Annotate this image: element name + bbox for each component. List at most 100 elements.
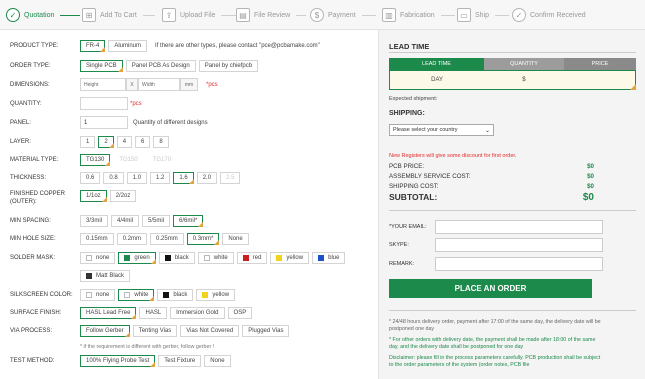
- test-method-row: TEST METHOD: 100% Flying Probe Test Test…: [10, 355, 231, 367]
- step-quotation[interactable]: ✓ Quotation: [6, 7, 81, 23]
- chevron-down-icon: ⌄: [484, 128, 490, 134]
- step-file-review[interactable]: ▤ File Review: [236, 7, 307, 23]
- finish-option[interactable]: OSP: [227, 307, 253, 319]
- width-input[interactable]: Width: [138, 78, 180, 91]
- divider: [389, 210, 636, 211]
- mask-option-green[interactable]: green: [118, 252, 157, 264]
- height-input[interactable]: Height: [80, 78, 126, 91]
- hole-option[interactable]: 0.25mm: [150, 233, 184, 245]
- panel-input[interactable]: 1: [80, 116, 128, 129]
- via-note-row: * if the requirement is different with g…: [80, 344, 214, 350]
- option-aluminum[interactable]: Aluminum: [108, 40, 148, 52]
- step-label: Quotation: [24, 11, 55, 19]
- option-panel-by-chiefpcb[interactable]: Panel by chiefpcb: [198, 60, 259, 72]
- email-input[interactable]: [435, 220, 603, 234]
- thickness-option[interactable]: 2.5: [220, 172, 241, 184]
- via-option[interactable]: Vias Not Covered: [180, 325, 240, 337]
- dimensions-row: DIMENSIONS: Height X Width mm *pcs: [10, 78, 218, 91]
- mask-option-black[interactable]: black: [158, 252, 195, 264]
- option-panel-as-design[interactable]: Panel PCB As Design: [125, 60, 196, 72]
- cost-value: $0: [587, 183, 594, 190]
- finish-option[interactable]: HASL: [139, 307, 168, 319]
- step-payment[interactable]: $ Payment: [310, 7, 376, 23]
- field-label: FINISHED COPPER (OUTER):: [10, 190, 80, 206]
- silk-option-black[interactable]: black: [157, 289, 194, 301]
- mask-option-white[interactable]: white: [197, 252, 234, 264]
- step-fabrication[interactable]: ▥ Fabrication: [382, 7, 455, 23]
- spacing-option[interactable]: 4/4mil: [111, 215, 140, 227]
- material-option[interactable]: TG170: [146, 154, 178, 166]
- finish-option[interactable]: HASL Lead Free: [80, 307, 137, 319]
- step-confirm-received[interactable]: ✓ Confirm Received: [512, 7, 586, 23]
- thickness-option[interactable]: 1.0: [126, 172, 148, 184]
- field-label: LAYER:: [10, 139, 31, 145]
- spacing-option[interactable]: 6/6mil*: [173, 215, 204, 227]
- table-header: LEAD TIME QUANTITY PRICE: [389, 58, 636, 70]
- silk-option-white[interactable]: white: [118, 289, 155, 301]
- via-option[interactable]: Follow Gerber: [80, 325, 130, 337]
- silk-option-none[interactable]: none: [80, 289, 116, 301]
- material-option[interactable]: TG150: [113, 154, 144, 166]
- mask-option-none[interactable]: none: [80, 252, 116, 264]
- material-option[interactable]: TG130: [80, 154, 111, 166]
- dimension-x-label: X: [126, 78, 138, 91]
- step-label: Add To Cart: [100, 11, 137, 19]
- mask-option-red[interactable]: red: [236, 252, 268, 264]
- option-label: white: [134, 292, 149, 298]
- place-order-button[interactable]: PLACE AN ORDER: [389, 279, 592, 298]
- step-ship[interactable]: ▭ Ship: [457, 7, 510, 23]
- min-spacing-row: MIN SPACING: 3/3mil 4/4mil 5/5mil 6/6mil…: [10, 215, 204, 227]
- remark-input[interactable]: [435, 257, 603, 271]
- quantity-input[interactable]: [80, 97, 128, 110]
- mask-option-yellow[interactable]: yellow: [270, 252, 310, 264]
- step-add-to-cart[interactable]: ⊞ Add To Cart: [82, 7, 155, 23]
- via-option[interactable]: Tenting Vias: [132, 325, 178, 337]
- dollar-icon: $: [310, 8, 324, 22]
- hole-option[interactable]: None: [222, 233, 249, 245]
- copper-option[interactable]: 1/1oz: [80, 190, 107, 202]
- copper-option[interactable]: 2/2oz: [109, 190, 137, 202]
- delivery-note-2: * For other orders with delivery date, t…: [389, 337, 596, 351]
- country-select[interactable]: Please select your country ⌄: [389, 124, 494, 136]
- lead-time-table: LEAD TIME QUANTITY PRICE DAY $: [389, 58, 636, 90]
- skype-input[interactable]: [435, 238, 603, 252]
- mask-option-blue[interactable]: blue: [312, 252, 346, 264]
- layer-option[interactable]: 2: [98, 136, 115, 148]
- thickness-option[interactable]: 0.8: [103, 172, 124, 184]
- layer-option[interactable]: 1: [80, 136, 96, 148]
- option-label: yellow: [212, 292, 230, 298]
- option-single-pcb[interactable]: Single PCB: [80, 60, 123, 72]
- spacing-option[interactable]: 3/3mil: [80, 215, 109, 227]
- mask-option-matt-black[interactable]: Matt Black: [80, 270, 131, 282]
- thickness-option[interactable]: 1.6: [173, 172, 195, 184]
- thickness-option[interactable]: 1.2: [150, 172, 171, 184]
- column-header: LEAD TIME: [389, 58, 484, 70]
- step-upload-file[interactable]: ⇪ Upload File: [162, 7, 238, 23]
- thickness-option[interactable]: 0.6: [80, 172, 101, 184]
- field-label: REMARK:: [389, 261, 415, 267]
- silkscreen-row: SILKSCREEN COLOR: none white black yello…: [10, 289, 236, 301]
- promo-text: New Registers will give some discount fo…: [389, 153, 517, 159]
- test-option[interactable]: None: [204, 355, 231, 367]
- finish-option[interactable]: Immersion Gold: [170, 307, 225, 319]
- shipping-title: SHIPPING:: [389, 110, 425, 117]
- test-option[interactable]: 100% Flying Probe Test: [80, 355, 156, 367]
- layer-option[interactable]: 6: [135, 136, 151, 148]
- color-swatch: [86, 292, 92, 298]
- lead-time-option[interactable]: DAY $: [389, 70, 636, 90]
- hole-option[interactable]: 0.15mm: [80, 233, 114, 245]
- spacing-option[interactable]: 5/5mil: [142, 215, 171, 227]
- silk-option-yellow[interactable]: yellow: [196, 289, 236, 301]
- thickness-option[interactable]: 2.0: [196, 172, 218, 184]
- layer-option[interactable]: 4: [116, 136, 133, 148]
- solder-mask-row-2: Matt Black: [80, 270, 131, 282]
- option-label: Matt Black: [96, 273, 125, 279]
- color-swatch: [276, 255, 283, 261]
- hole-option[interactable]: 0.3mm*: [186, 233, 220, 245]
- option-fr4[interactable]: FR-4: [80, 40, 106, 52]
- test-option[interactable]: Test Fixture: [158, 355, 202, 367]
- step-label: Confirm Received: [530, 11, 586, 19]
- layer-option[interactable]: 8: [153, 136, 169, 148]
- via-option[interactable]: Plugged Vias: [242, 325, 290, 337]
- hole-option[interactable]: 0.2mm: [116, 233, 148, 245]
